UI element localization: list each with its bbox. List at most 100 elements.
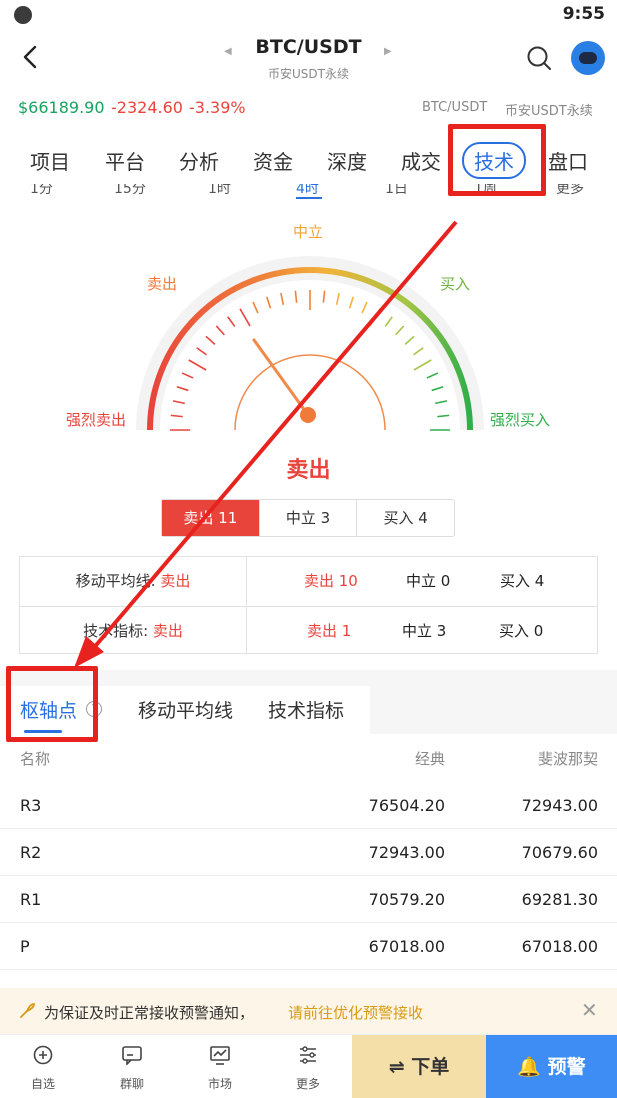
price-pair-label: BTC/USDT	[422, 100, 488, 115]
gauge-tick	[196, 347, 207, 356]
overall-verdict: 卖出	[286, 458, 331, 483]
next-pair-icon[interactable]: ▶	[384, 46, 392, 57]
nav-market[interactable]: 市场	[185, 1035, 255, 1098]
place-order-button[interactable]: ⇌ 下单	[352, 1035, 486, 1098]
sliders-icon	[300, 1046, 316, 1064]
col-classic: 经典	[414, 750, 445, 768]
status-time: 9:55	[562, 4, 605, 24]
tab-analysis[interactable]: 分析	[179, 146, 219, 175]
notice-text: 为保证及时正常接收预警通知，	[44, 1004, 255, 1022]
rocket-icon	[20, 1003, 35, 1018]
timeframe-15m[interactable]: 15分	[114, 184, 146, 198]
summary-counts: 卖出 11 中立 3 买入 4	[161, 499, 455, 537]
gauge-tick	[426, 372, 439, 379]
subtab-indicators[interactable]: 技术指标	[268, 696, 344, 723]
subtab-moving-average[interactable]: 移动平均线	[138, 696, 233, 723]
add-circle-icon	[33, 1045, 53, 1065]
gauge-label-strong-sell: 强烈卖出	[66, 411, 127, 429]
gauge-label-sell: 卖出	[147, 275, 178, 293]
alert-notice-bar: 为保证及时正常接收预警通知， 请前往优化预警接收 ✕	[0, 988, 617, 1034]
summary-label: 技术指标: 卖出	[83, 622, 183, 640]
nav-group-chat[interactable]: 群聊	[97, 1035, 167, 1098]
last-price: $66189.90	[18, 98, 105, 117]
gauge-label-buy: 买入	[440, 275, 471, 293]
price-alert-button[interactable]: 🔔 预警	[486, 1035, 617, 1098]
status-bar: 9:55	[0, 0, 617, 32]
gauge-tick	[395, 325, 405, 336]
summary-buy: 买入 4	[500, 572, 545, 590]
chart-monitor-icon	[210, 1046, 230, 1065]
app-logo-icon	[14, 6, 32, 24]
notice-link[interactable]: 请前往优化预警接收	[288, 1002, 423, 1023]
gauge-tick	[384, 316, 393, 327]
gauge-tick	[348, 296, 355, 309]
summary-sell: 卖出 1	[307, 622, 352, 640]
summary-buy: 买入 0	[499, 622, 544, 640]
gauge-label-neutral: 中立	[293, 223, 324, 241]
gauge-tick	[188, 359, 207, 371]
timeframe-1m[interactable]: 1分	[30, 184, 53, 198]
count-buy: 买入 4	[356, 500, 454, 536]
chat-icon	[122, 1046, 142, 1065]
close-icon[interactable]: ✕	[581, 998, 598, 1022]
gauge-tick	[431, 385, 444, 392]
table-row: R1 70579.20 69281.30	[0, 876, 617, 923]
timeframe-4h[interactable]: 4时	[296, 184, 319, 198]
col-name: 名称	[20, 750, 51, 768]
gauge-tick	[170, 414, 183, 418]
summary-table: 移动平均线: 卖出 卖出 10 中立 0 买入 4 技术指标: 卖出 卖出 1 …	[19, 556, 598, 655]
tab-depth[interactable]: 深度	[327, 146, 367, 175]
gauge-tick	[176, 385, 189, 392]
gauge-tick	[252, 301, 259, 314]
search-icon[interactable]	[525, 44, 553, 72]
tab-trades[interactable]: 成交	[401, 146, 441, 175]
gauge-label-strong-buy: 强烈买入	[490, 411, 551, 429]
table-row: R3 76504.20 72943.00	[0, 782, 617, 829]
bottom-nav: 自选 群聊 市场 更多 ⇌ 下单 🔔 预警	[0, 1034, 617, 1098]
summary-neutral: 中立 3	[402, 622, 447, 640]
timeframe-more[interactable]: 更多	[556, 184, 584, 198]
gauge-tick	[413, 347, 424, 356]
gauge-tick	[239, 308, 251, 327]
summary-row-indicators: 技术指标: 卖出 卖出 1 中立 3 买入 0	[20, 606, 597, 655]
timeframe-1d[interactable]: 1日	[385, 184, 408, 198]
tab-platform[interactable]: 平台	[105, 146, 145, 175]
gauge-tick	[294, 290, 298, 303]
gauge-tick	[435, 400, 448, 405]
table-row: R2 72943.00 70679.60	[0, 829, 617, 876]
highlight-box-pivot-tab	[6, 666, 98, 742]
tab-funds[interactable]: 资金	[253, 146, 293, 175]
summary-label: 移动平均线: 卖出	[75, 572, 191, 590]
nav-header: ◀ BTC/USDT 币安USDT永续 ▶	[0, 32, 617, 92]
timeframe-1h[interactable]: 1时	[208, 184, 231, 198]
price-change-percent: -3.39%	[189, 98, 246, 117]
gauge-tick	[181, 372, 194, 379]
gauge-tick	[172, 400, 185, 405]
gauge-tick	[227, 316, 236, 327]
count-neutral: 中立 3	[258, 500, 357, 536]
price-row: $66189.90 -2324.60 -3.39% BTC/USDT 币安USD…	[0, 92, 617, 122]
gauge-tick	[205, 335, 216, 345]
tab-orderbook[interactable]: 盘口	[548, 146, 588, 175]
highlight-box-technical-tab	[448, 124, 546, 196]
gauge-tick	[215, 325, 225, 336]
col-fib: 斐波那契	[537, 750, 598, 768]
count-sell: 卖出 11	[162, 500, 259, 536]
gauge-tick	[437, 414, 450, 418]
gauge-tick	[322, 290, 326, 303]
gauge-tick	[361, 301, 368, 314]
gauge-tick	[265, 296, 272, 309]
table-row: P 67018.00 67018.00	[0, 923, 617, 970]
gauge-tick	[413, 359, 432, 371]
gauge-tick	[404, 335, 415, 345]
pivot-table-header: 名称 经典 斐波那契	[0, 736, 617, 776]
summary-neutral: 中立 0	[406, 572, 451, 590]
tab-project[interactable]: 项目	[30, 146, 70, 175]
nav-more[interactable]: 更多	[273, 1035, 343, 1098]
summary-row-ma: 移动平均线: 卖出 卖出 10 中立 0 买入 4	[20, 557, 597, 605]
nav-watchlist[interactable]: 自选	[8, 1035, 78, 1098]
gauge-tick	[369, 308, 381, 327]
summary-sell: 卖出 10	[304, 572, 358, 590]
gauge-tick	[335, 292, 340, 305]
assistant-bot-icon[interactable]	[571, 41, 605, 75]
